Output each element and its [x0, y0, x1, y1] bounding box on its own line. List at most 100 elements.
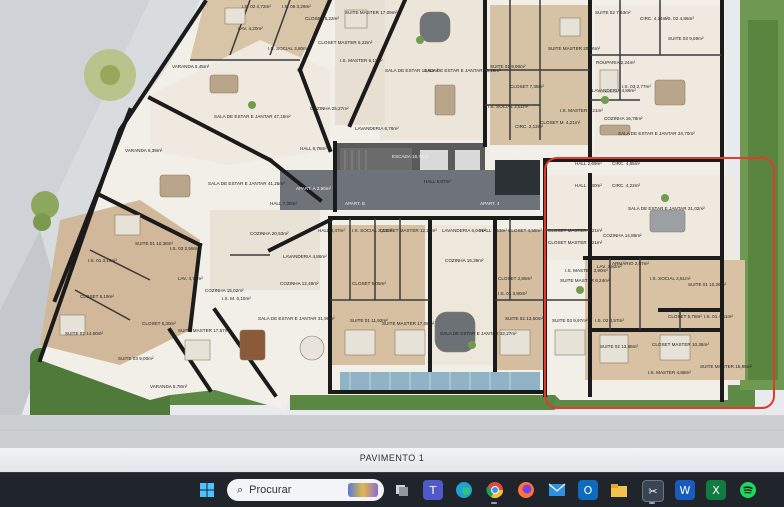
- room-label: APART. B: [345, 201, 365, 206]
- room-label: ROUPARIA 2,24m²: [596, 60, 635, 65]
- room-label: SUITE 02 13,50m²: [505, 316, 544, 321]
- room-label: HALL 2,69m²: [575, 161, 602, 166]
- room-label: I.S. SOCIAL 2,51m²: [650, 276, 691, 281]
- room-label: I.S. 02 4,86m²: [665, 16, 694, 21]
- room-label: APART. 1 - 62,35m²: [488, 149, 529, 154]
- room-label: I.S. M. 6,10m²: [222, 296, 251, 301]
- search-icon: ⌕: [237, 483, 244, 496]
- room-label: HALL 5,40m²: [575, 183, 602, 188]
- room-label: I.S. 03 2,59m²: [170, 246, 199, 251]
- room-label: SUITE 01 10,38m²: [135, 241, 174, 246]
- room-label: CLOSET MASTER 6,21m²: [548, 228, 603, 233]
- search-placeholder: Procurar: [249, 484, 292, 496]
- room-label: SALA DE ESTAR E JANTAR 41,25m²: [208, 181, 285, 186]
- spotify-icon[interactable]: [738, 480, 758, 500]
- room-label: SUITE 03 9,00m²: [118, 356, 154, 361]
- room-label: SUITE 02 14,60m²: [65, 331, 104, 336]
- room-label: CIRC. 4,65m²: [612, 161, 641, 166]
- room-label: SUITE MASTER 17,08m²: [382, 321, 435, 326]
- room-label: LAVANDERIA 4,86m²: [283, 254, 327, 259]
- room-label: I.S. 02 4,57m²: [595, 318, 624, 323]
- room-label: CIRC. 4,22m²: [612, 183, 641, 188]
- room-label: HALL 5,67m²: [424, 179, 451, 184]
- room-label: CLOSET 5,05m²: [352, 281, 386, 286]
- room-label: CLOSET 4,58m²: [508, 228, 542, 233]
- room-label: ESCADA 16,72m²: [392, 154, 429, 159]
- chrome-icon[interactable]: [485, 480, 505, 500]
- room-label: HALL 3,63m²: [480, 228, 507, 233]
- room-label: I.S. SOCIAL 3,51m²: [488, 104, 529, 109]
- active-app-indicator: [649, 502, 655, 504]
- room-label: SUITE 02 13,86m²: [600, 344, 639, 349]
- task-view-icon[interactable]: [392, 480, 412, 500]
- room-label: LAVANDERIA 6,76m²: [355, 126, 399, 131]
- room-label: I.S. MASTER 6,21m²: [560, 108, 603, 113]
- room-label: COZINHA 20,53m²: [250, 231, 289, 236]
- room-label: SALA DE ESTAR E JANTAR 31,99m²: [258, 316, 335, 321]
- room-label: SALA DE ESTAR E JANTAR 47,15m²: [214, 114, 291, 119]
- room-label: COZINHA 15,02m²: [205, 288, 244, 293]
- room-label: SUITE MASTER 15,85m²: [700, 364, 753, 369]
- word-icon[interactable]: W: [675, 480, 695, 500]
- room-label: SUITE MASTER 6,24m²: [560, 278, 610, 283]
- search-highlight-art: [348, 483, 378, 497]
- room-label: CLOSET MASTER 6,22m²: [318, 40, 373, 45]
- room-label: ARMÁRIO 2,57m²: [612, 260, 649, 266]
- teams-icon[interactable]: T: [423, 480, 443, 500]
- windows-start-icon[interactable]: [197, 480, 217, 500]
- room-label: I.S. 03 2,77m²: [622, 84, 651, 89]
- room-label: CLOSET 5,30m²: [142, 321, 176, 326]
- room-label: COZINHA 25,27m²: [310, 106, 349, 111]
- room-label: COZINHA 16,78m²: [604, 116, 643, 121]
- room-label: SALA DE ESTAR E JANTAR 32,27m²: [440, 331, 517, 336]
- room-label: CLOSET MASTER 6,21m²: [548, 240, 603, 245]
- room-label: SUITE 01 11,92m²: [350, 318, 388, 323]
- room-label: CLOSET 2,85m²: [498, 276, 532, 281]
- edge-icon[interactable]: [454, 480, 474, 500]
- room-label: HALL 7,30m²: [270, 201, 297, 206]
- room-label: LAV. 4,20m²: [238, 26, 263, 31]
- room-label: CLOSET MASTER 12,27m²: [380, 228, 437, 233]
- room-label: SUITE 03 9,69m²: [668, 36, 704, 41]
- room-label: APART. 4: [480, 201, 500, 206]
- room-label: VARANDA 6,39m²: [125, 148, 163, 153]
- room-label: HALL 6,78m²: [300, 146, 327, 151]
- active-app-indicator: [491, 502, 497, 504]
- file-explorer-icon[interactable]: [609, 480, 629, 500]
- room-label: VARANDA 6,45m²: [172, 64, 210, 69]
- firefox-icon[interactable]: [516, 480, 536, 500]
- room-label: I.S. 01 3,80m²: [498, 291, 527, 296]
- search-input[interactable]: ⌕ Procurar: [227, 479, 384, 501]
- room-label: COZINHA 16,39m²: [445, 258, 484, 263]
- room-label: I.S. 02 4,72m²: [242, 4, 271, 9]
- room-label: SUITE 01 9,90m²: [490, 64, 526, 69]
- room-label: SUITE 02 7,63m²: [595, 10, 631, 15]
- excel-icon[interactable]: X: [706, 480, 726, 500]
- floor-caption: PAVIMENTO 1: [0, 448, 784, 472]
- room-label: I.S. SOCIAL 3,80m²: [268, 46, 309, 51]
- room-label: I.S. 05 3,29m²: [282, 4, 311, 9]
- room-label: I.S. MASTER 4,88m²: [648, 370, 691, 375]
- room-label: SUITE MASTER 20,96m²: [548, 46, 601, 51]
- room-label: CLOSET 5,19m²: [80, 294, 114, 299]
- room-label: LAV. 4,71m²: [178, 276, 203, 281]
- room-label: SUITE 03 9,97m²: [552, 318, 588, 323]
- outlook-icon[interactable]: O: [578, 480, 598, 500]
- room-label: VARANDA 5,78m²: [150, 384, 188, 389]
- taskbar: ⌕ Procurar T O ✂ W X: [0, 472, 784, 507]
- room-label: SALA DE ESTAR E JANTAR 31,02m²: [628, 206, 705, 211]
- room-label: CLOSET 7,38m²: [510, 84, 544, 89]
- mail-icon[interactable]: [547, 480, 567, 500]
- snipping-tool-icon[interactable]: ✂: [642, 480, 664, 502]
- room-label: SUITE MASTER 17,09m²: [345, 10, 398, 15]
- room-label: CLOSET 5,78m²: [668, 314, 702, 319]
- room-label: CLOSET M. 4,21m²: [540, 120, 581, 125]
- room-label: SALA DE ESTAR E JANTAR 34,70m²: [618, 131, 695, 136]
- image-viewer[interactable]: LAV. 4,20m² I.S. 02 4,72m² I.S. 05 3,29m…: [0, 0, 784, 472]
- room-label: CLOSET 5,22m²: [305, 16, 339, 21]
- room-label: HALL 4,47m²: [318, 228, 345, 233]
- room-label: COZINHA 14,86m²: [603, 233, 642, 238]
- room-label: I.S. 01 4,61m²: [704, 314, 733, 319]
- room-label: CLOSET MASTER 10,36m²: [652, 342, 709, 347]
- room-label: COZINHA 12,49m²: [280, 281, 319, 286]
